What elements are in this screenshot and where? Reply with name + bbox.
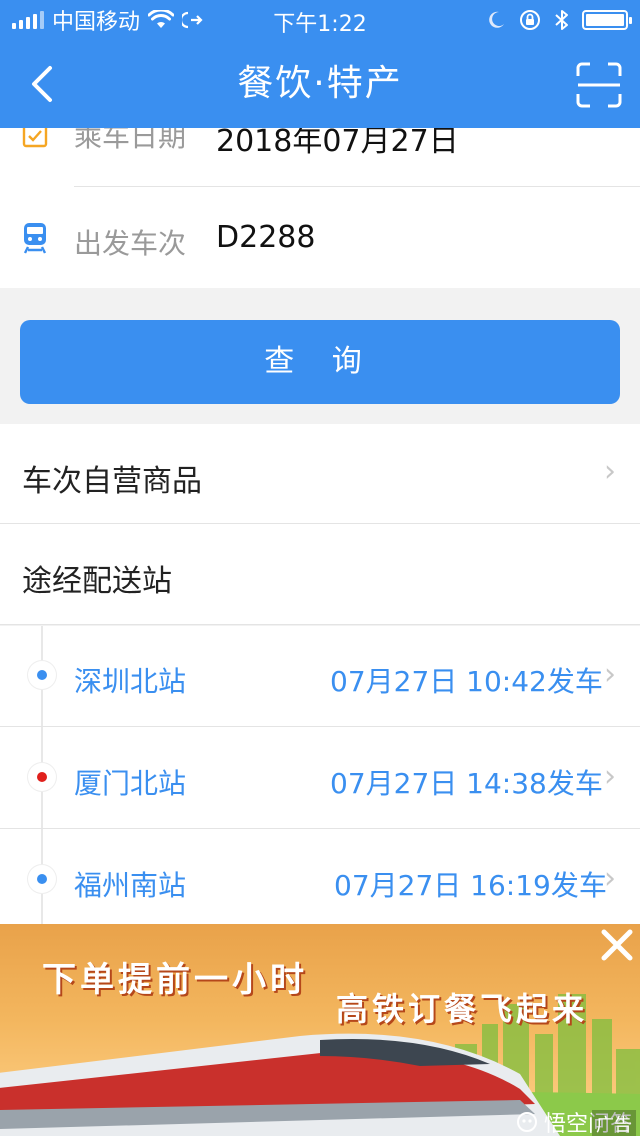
chevron-right-icon: › [604, 454, 616, 489]
stations-title: 途经配送站 [22, 564, 172, 599]
departure-time: 07月27日 14:38发车 [330, 767, 603, 800]
ad-banner[interactable]: 下单提前一小时 高铁订餐飞起来 悟空问答 广告 [0, 924, 640, 1136]
station-dot [37, 874, 47, 884]
train-label: 出发车次 [74, 227, 187, 260]
scan-icon [576, 62, 622, 108]
station-name: 厦门北站 [74, 767, 187, 800]
wukong-logo-icon [517, 1112, 537, 1132]
departure-time: 07月27日 10:42发车 [330, 665, 603, 698]
moon-icon [489, 11, 504, 28]
date-value-wrap: 2018年07月27日 [216, 128, 459, 154]
scan-button[interactable] [576, 62, 622, 108]
date-row[interactable]: 乘车日期 [74, 128, 186, 152]
close-icon [601, 929, 633, 961]
chevron-right-icon: › [604, 759, 616, 794]
station-name: 福州南站 [74, 869, 187, 902]
ad-headline: 下单提前一小时 [42, 960, 308, 1000]
status-bar: 中国移动 下午1:22 [0, 0, 640, 40]
chevron-right-icon: › [604, 861, 616, 896]
rotation-lock-icon [520, 10, 540, 30]
divider [74, 186, 640, 187]
back-button[interactable] [20, 60, 68, 108]
train-number: D2288 [216, 220, 316, 255]
station-name: 深圳北站 [74, 665, 187, 698]
train-icon [23, 223, 47, 254]
ad-subheadline: 高铁订餐飞起来 [336, 990, 589, 1028]
page-title: 餐饮·特产 [237, 63, 403, 104]
divider [0, 828, 640, 829]
train-goods-label: 车次自营商品 [22, 464, 202, 499]
chevron-left-icon [32, 66, 52, 102]
query-button[interactable]: 查 询 [20, 320, 620, 404]
ad-close-button[interactable] [598, 926, 636, 964]
ad-label: 广告 [592, 1110, 636, 1136]
divider [0, 624, 640, 625]
departure-time: 07月27日 16:19发车 [334, 869, 607, 902]
divider [0, 726, 640, 727]
calendar-check-icon [22, 128, 48, 150]
bluetooth-icon [555, 10, 568, 30]
station-dot [37, 670, 47, 680]
date-value: 2018年07月27日 [216, 128, 459, 154]
nav-bar: 餐饮·特产 [0, 40, 640, 128]
status-right [486, 6, 632, 34]
chevron-right-icon: › [604, 657, 616, 692]
battery-icon [582, 10, 632, 30]
date-label: 乘车日期 [74, 128, 187, 152]
station-dot [37, 772, 47, 782]
